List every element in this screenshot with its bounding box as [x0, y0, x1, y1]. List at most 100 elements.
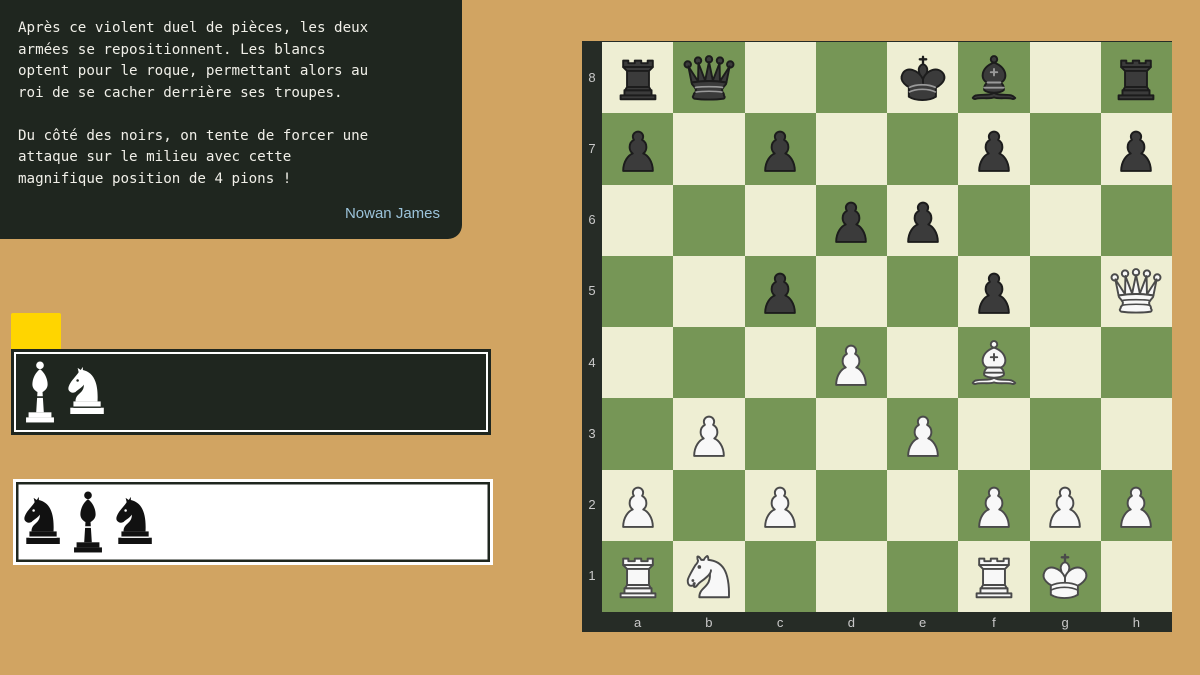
square-d7[interactable]	[815, 113, 887, 185]
square-f1[interactable]	[958, 540, 1030, 612]
square-e1[interactable]	[887, 540, 959, 612]
white-rook-icon[interactable]	[965, 547, 1023, 605]
black-pawn-icon[interactable]	[751, 120, 809, 178]
square-d1[interactable]	[815, 540, 887, 612]
square-c2[interactable]	[744, 469, 816, 541]
square-e7[interactable]	[887, 113, 959, 185]
white-knight-icon[interactable]	[680, 547, 738, 605]
black-pawn-icon[interactable]	[894, 191, 952, 249]
square-b7[interactable]	[673, 113, 745, 185]
comment-author: Nowan James	[344, 205, 440, 222]
white-king-icon[interactable]	[1036, 547, 1094, 605]
square-e8[interactable]	[887, 42, 959, 114]
white-pawn-icon[interactable]	[894, 405, 952, 463]
white-queen-icon[interactable]	[1107, 262, 1165, 320]
square-d5[interactable]	[815, 255, 887, 327]
board-grid	[602, 42, 1172, 612]
square-h7[interactable]	[1100, 113, 1172, 185]
captured-white-bishop-icon	[18, 359, 62, 425]
captured-black-knight-icon	[112, 489, 156, 555]
square-a2[interactable]	[602, 469, 674, 541]
square-f8[interactable]	[958, 42, 1030, 114]
square-e3[interactable]	[887, 398, 959, 470]
square-d2[interactable]	[815, 469, 887, 541]
square-c3[interactable]	[744, 398, 816, 470]
square-c6[interactable]	[744, 184, 816, 256]
square-h1[interactable]	[1100, 540, 1172, 612]
square-h5[interactable]	[1100, 255, 1172, 327]
square-b8[interactable]	[673, 42, 745, 114]
square-g8[interactable]	[1029, 42, 1101, 114]
white-pawn-icon[interactable]	[1036, 476, 1094, 534]
square-g1[interactable]	[1029, 540, 1101, 612]
square-f7[interactable]	[958, 113, 1030, 185]
black-queen-icon[interactable]	[680, 49, 738, 107]
square-e2[interactable]	[887, 469, 959, 541]
square-h3[interactable]	[1100, 398, 1172, 470]
captured-white-pieces-tray	[11, 349, 491, 435]
square-f2[interactable]	[958, 469, 1030, 541]
white-pawn-icon[interactable]	[965, 476, 1023, 534]
black-pawn-icon[interactable]	[751, 262, 809, 320]
black-bishop-icon[interactable]	[965, 49, 1023, 107]
square-b2[interactable]	[673, 469, 745, 541]
black-pawn-icon[interactable]	[965, 120, 1023, 178]
square-e5[interactable]	[887, 255, 959, 327]
square-d3[interactable]	[815, 398, 887, 470]
white-pawn-icon[interactable]	[822, 334, 880, 392]
square-h4[interactable]	[1100, 327, 1172, 399]
square-b3[interactable]	[673, 398, 745, 470]
square-h2[interactable]	[1100, 469, 1172, 541]
black-rook-icon[interactable]	[609, 49, 667, 107]
square-g3[interactable]	[1029, 398, 1101, 470]
file-label-a: a	[634, 615, 642, 630]
square-g7[interactable]	[1029, 113, 1101, 185]
square-g2[interactable]	[1029, 469, 1101, 541]
square-a4[interactable]	[602, 327, 674, 399]
black-rook-icon[interactable]	[1107, 49, 1165, 107]
square-g5[interactable]	[1029, 255, 1101, 327]
square-b5[interactable]	[673, 255, 745, 327]
square-c7[interactable]	[744, 113, 816, 185]
square-a3[interactable]	[602, 398, 674, 470]
square-a5[interactable]	[602, 255, 674, 327]
captured-black-knight-icon	[20, 489, 64, 555]
square-b4[interactable]	[673, 327, 745, 399]
white-rook-icon[interactable]	[609, 547, 667, 605]
square-a6[interactable]	[602, 184, 674, 256]
square-f3[interactable]	[958, 398, 1030, 470]
square-d4[interactable]	[815, 327, 887, 399]
square-b6[interactable]	[673, 184, 745, 256]
black-pawn-icon[interactable]	[609, 120, 667, 178]
square-d6[interactable]	[815, 184, 887, 256]
square-e6[interactable]	[887, 184, 959, 256]
square-d8[interactable]	[815, 42, 887, 114]
file-label-b: b	[705, 615, 713, 630]
square-g4[interactable]	[1029, 327, 1101, 399]
black-pawn-icon[interactable]	[822, 191, 880, 249]
square-a7[interactable]	[602, 113, 674, 185]
white-pawn-icon[interactable]	[609, 476, 667, 534]
square-f6[interactable]	[958, 184, 1030, 256]
square-g6[interactable]	[1029, 184, 1101, 256]
square-c8[interactable]	[744, 42, 816, 114]
black-king-icon[interactable]	[894, 49, 952, 107]
white-bishop-icon[interactable]	[965, 334, 1023, 392]
square-c1[interactable]	[744, 540, 816, 612]
white-pawn-icon[interactable]	[680, 405, 738, 463]
square-f4[interactable]	[958, 327, 1030, 399]
square-c4[interactable]	[744, 327, 816, 399]
square-a1[interactable]	[602, 540, 674, 612]
square-f5[interactable]	[958, 255, 1030, 327]
square-b1[interactable]	[673, 540, 745, 612]
square-a8[interactable]	[602, 42, 674, 114]
square-e4[interactable]	[887, 327, 959, 399]
white-pawn-icon[interactable]	[1107, 476, 1165, 534]
file-label-f: f	[992, 615, 996, 630]
black-pawn-icon[interactable]	[965, 262, 1023, 320]
black-pawn-icon[interactable]	[1107, 120, 1165, 178]
square-h6[interactable]	[1100, 184, 1172, 256]
square-c5[interactable]	[744, 255, 816, 327]
square-h8[interactable]	[1100, 42, 1172, 114]
white-pawn-icon[interactable]	[751, 476, 809, 534]
